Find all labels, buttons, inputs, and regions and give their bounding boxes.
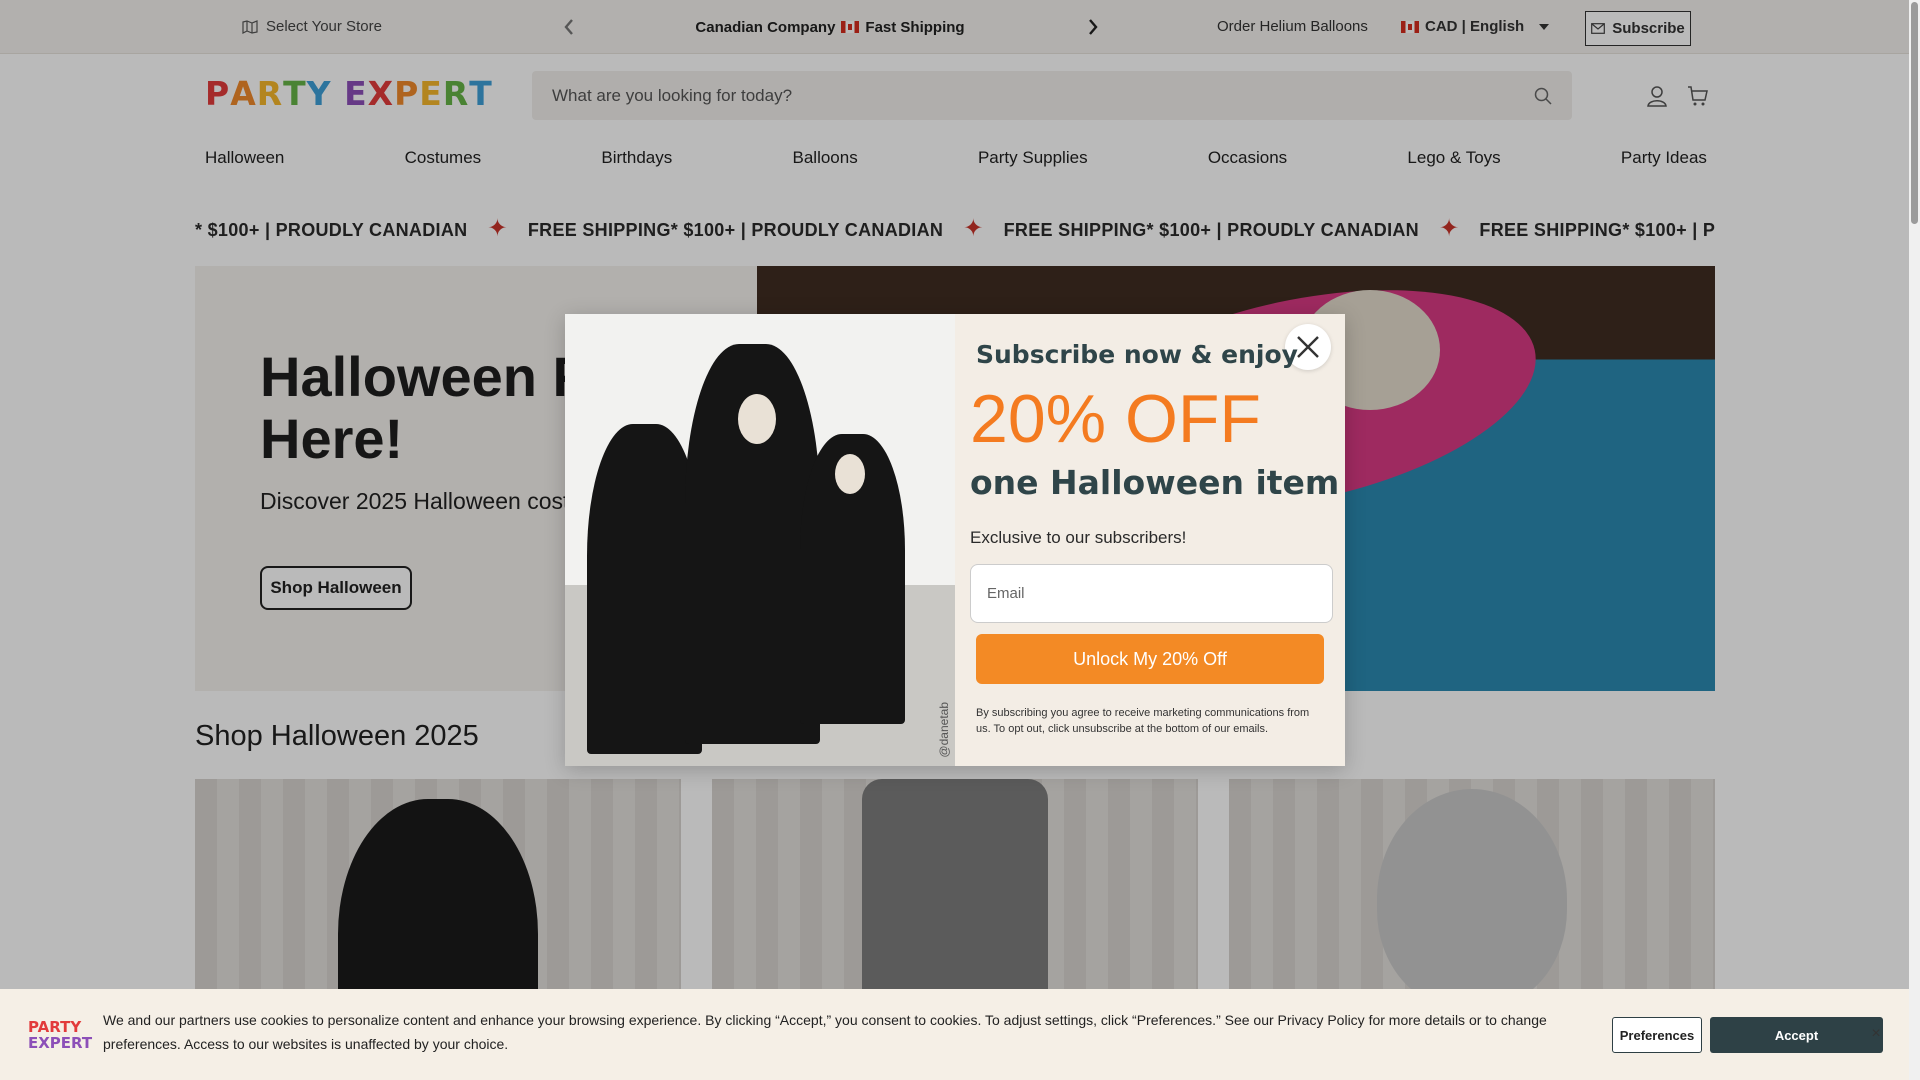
photo-credit: @danetab bbox=[937, 702, 951, 758]
cookie-preferences-button[interactable]: Preferences bbox=[1612, 1017, 1702, 1053]
close-icon: × bbox=[1871, 1025, 1881, 1042]
face-right bbox=[835, 454, 865, 494]
cookie-accept-button[interactable]: Accept bbox=[1710, 1017, 1883, 1053]
subscribe-modal: @danetab Subscribe now & enjoy 20% OFF o… bbox=[565, 314, 1345, 766]
modal-item-line: one Halloween item bbox=[970, 463, 1340, 502]
modal-legal-text: By subscribing you agree to receive mark… bbox=[976, 707, 1310, 735]
email-field[interactable] bbox=[970, 564, 1333, 623]
cookie-close-button[interactable]: × bbox=[1866, 1022, 1886, 1046]
unlock-discount-button[interactable]: Unlock My 20% Off bbox=[976, 634, 1324, 684]
modal-exclusive: Exclusive to our subscribers! bbox=[970, 528, 1187, 547]
cookie-logo-line1: PARTY bbox=[28, 1018, 82, 1036]
cookie-text: We and our partners use cookies to perso… bbox=[103, 1012, 1547, 1052]
modal-body: Subscribe now & enjoy 20% OFF one Hallow… bbox=[955, 314, 1345, 766]
modal-discount: 20% OFF bbox=[970, 381, 1261, 457]
close-icon bbox=[1297, 336, 1319, 358]
modal-photo: @danetab bbox=[565, 314, 955, 766]
scrollbar-thumb[interactable] bbox=[1911, 2, 1918, 224]
cookie-logo-line2: EXPERT bbox=[28, 1034, 93, 1052]
cookie-logo: PARTY EXPERT bbox=[28, 1019, 92, 1051]
modal-headline: Subscribe now & enjoy bbox=[976, 340, 1298, 369]
cookie-banner: PARTY EXPERT We and our partners use coo… bbox=[0, 989, 1909, 1080]
face-center bbox=[738, 394, 776, 444]
page-scrollbar[interactable] bbox=[1909, 0, 1920, 1080]
